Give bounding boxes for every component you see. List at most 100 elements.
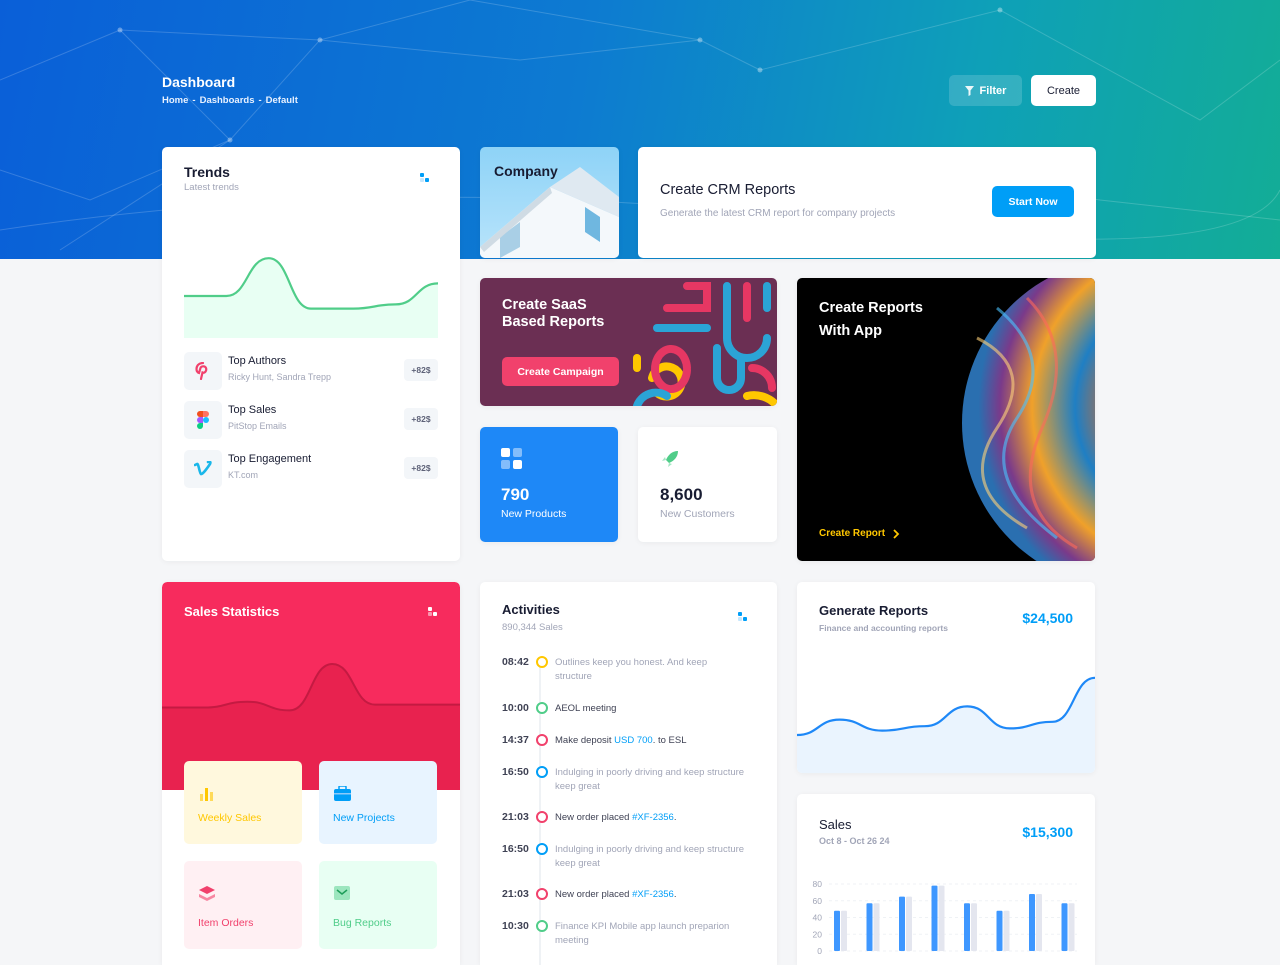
breadcrumb-home[interactable]: Home — [162, 95, 188, 106]
sales-bar-secondary[interactable] — [938, 885, 945, 951]
sales-bar[interactable] — [834, 910, 840, 951]
create-report-label: Create Report — [819, 528, 886, 539]
create-report-link[interactable]: Create Report — [819, 528, 900, 539]
saas-card: Create SaaS Based Reports Create Campaig… — [480, 278, 777, 406]
list-item-title: Top Sales — [228, 404, 277, 416]
menu-icon[interactable] — [428, 607, 437, 616]
filter-icon — [964, 85, 974, 96]
trends-card: Trends Latest trends Top Authors Ricky H… — [162, 147, 460, 561]
rocket-icon — [662, 451, 678, 467]
generate-reports-card: Generate Reports Finance and accounting … — [797, 582, 1095, 773]
chevron-right-icon — [893, 528, 900, 539]
timeline-dot — [536, 656, 548, 668]
timeline-text: New order placed #XF-2356. — [555, 889, 677, 900]
trends-subtitle: Latest trends — [184, 182, 239, 193]
sales-card: Sales Oct 8 - Oct 26 24 $15,300 80 60 40 20… — [797, 794, 1095, 965]
sales-title: Sales — [819, 817, 852, 832]
list-item-subtitle: KT.com — [228, 470, 259, 480]
list-item[interactable]: Top Authors Ricky Hunt, Sandra Trepp +82… — [184, 352, 438, 390]
crm-card: Create CRM Reports Generate the latest C… — [638, 147, 1096, 258]
app-reports-title: Create Reports With App — [819, 297, 923, 343]
timeline-dot — [536, 811, 548, 823]
activities-subtitle: 890,344 Sales — [502, 622, 563, 633]
products-card: 790 New Products — [480, 427, 618, 542]
sales-bar[interactable] — [1029, 894, 1035, 951]
page-title: Dashboard — [162, 74, 236, 90]
generate-subtitle: Finance and accounting reports — [819, 623, 948, 633]
item-orders-tile[interactable]: Item Orders — [184, 861, 302, 949]
timeline-text: AEOL meeting — [555, 703, 617, 714]
sales-bar[interactable] — [931, 885, 938, 951]
start-now-button[interactable]: Start Now — [992, 186, 1074, 217]
list-item-subtitle: Ricky Hunt, Sandra Trepp — [228, 372, 332, 382]
tile-label: Bug Reports — [333, 917, 392, 929]
sales-bar[interactable] — [964, 903, 970, 951]
create-button[interactable]: Create — [1031, 75, 1096, 106]
briefcase-icon — [334, 786, 351, 801]
bar-chart-icon — [200, 788, 213, 801]
breadcrumb-separator: - — [258, 95, 262, 106]
activities-title: Activities — [502, 602, 560, 617]
timeline-dot — [536, 734, 548, 746]
trends-chart — [184, 257, 438, 338]
menu-icon[interactable] — [738, 612, 747, 621]
sales-bar[interactable] — [899, 896, 905, 951]
list-item-title: Top Engagement — [228, 453, 312, 465]
activities-card: Activities 890,344 Sales 08:42 Outlines k… — [480, 582, 777, 965]
sales-subtitle: Oct 8 - Oct 26 24 — [819, 836, 890, 846]
y-tick-label: 80 — [813, 879, 823, 889]
timeline-link[interactable]: #XF-2356 — [632, 889, 674, 900]
sales-bar-chart: 80 60 40 20 0 — [813, 879, 1077, 956]
filter-label: Filter — [979, 84, 1007, 97]
grid-icon — [501, 448, 522, 469]
sales-bar[interactable] — [866, 903, 873, 951]
app-reports-card: Create Reports With App Create Report — [797, 278, 1095, 561]
breadcrumb-separator: - — [192, 95, 196, 106]
layers-icon — [199, 886, 215, 901]
list-item-title: Top Authors — [228, 355, 287, 367]
list-item-subtitle: PitStop Emails — [228, 421, 287, 431]
timeline-text: Finance KPI Mobile app launch preparion … — [555, 921, 730, 946]
timeline-time: 14:37 — [502, 734, 529, 746]
timeline-time: 10:00 — [502, 702, 529, 714]
products-value: 790 — [501, 485, 530, 504]
timeline-time: 08:42 — [502, 656, 529, 668]
list-item[interactable]: Top Engagement KT.com +82$ — [184, 450, 438, 488]
y-tick-label: 20 — [813, 929, 823, 939]
timeline-dot — [536, 843, 548, 855]
timeline-link[interactable]: USD 700 — [614, 735, 653, 746]
sales-bar-secondary[interactable] — [971, 903, 977, 951]
mail-icon — [334, 886, 350, 900]
timeline-text: Make deposit USD 700. to ESL — [555, 735, 687, 746]
saas-title-line1: Create SaaS — [502, 297, 587, 313]
company-card[interactable]: Company — [480, 147, 619, 258]
sales-bar-secondary[interactable] — [841, 910, 847, 951]
sales-bar-secondary[interactable] — [873, 903, 880, 951]
timeline-link[interactable]: #XF-2356 — [632, 812, 674, 823]
value-badge: +82$ — [404, 359, 438, 381]
menu-icon[interactable] — [420, 173, 429, 182]
sales-bar-secondary[interactable] — [906, 896, 912, 951]
timeline-time: 10:30 — [502, 920, 529, 932]
vimeo-icon — [184, 450, 222, 488]
new-projects-tile[interactable]: New Projects — [319, 761, 437, 844]
filter-button[interactable]: Filter — [949, 75, 1022, 106]
sales-bar-secondary[interactable] — [1003, 910, 1010, 951]
pattern-image — [633, 282, 777, 406]
sales-bar-secondary[interactable] — [1068, 903, 1075, 951]
timeline-time: 21:03 — [502, 811, 529, 823]
sales-bar[interactable] — [1061, 903, 1068, 951]
breadcrumb-dashboards[interactable]: Dashboards — [200, 95, 255, 106]
sales-bar[interactable] — [996, 910, 1003, 951]
create-campaign-button[interactable]: Create Campaign — [502, 357, 619, 386]
y-tick-label: 40 — [813, 913, 823, 923]
list-item[interactable]: Top Sales PitStop Emails +82$ — [184, 401, 438, 439]
bug-reports-tile[interactable]: Bug Reports — [319, 861, 437, 949]
weekly-sales-tile[interactable]: Weekly Sales — [184, 761, 302, 844]
y-tick-label: 60 — [813, 896, 823, 906]
customers-card: 8,600 New Customers — [638, 427, 777, 542]
sales-amount: $15,300 — [1022, 824, 1073, 840]
sales-statistics-card: Sales Statistics Weekly Sales New Projec… — [162, 582, 460, 965]
breadcrumb: Home - Dashboards - Default — [162, 95, 298, 106]
sales-bar-secondary[interactable] — [1036, 894, 1042, 951]
